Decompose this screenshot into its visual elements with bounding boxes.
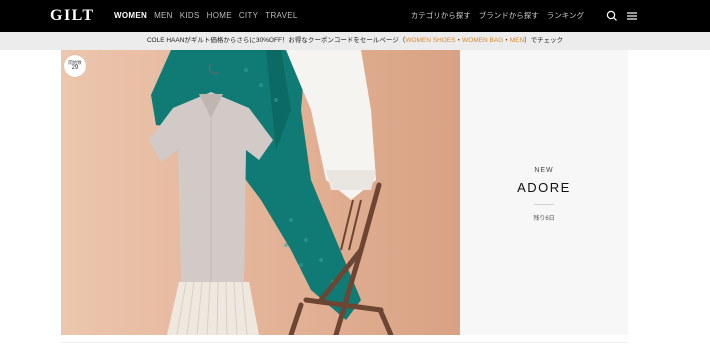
divider <box>534 204 554 205</box>
browse-by-brand-link[interactable]: ブランドから探す <box>479 11 539 21</box>
promo-text-end: ）でチェック <box>524 37 564 44</box>
new-tag: NEW <box>534 167 554 174</box>
promo-link-women-bag[interactable]: WOMEN BAG <box>462 37 503 44</box>
promo-link-men[interactable]: MEN <box>510 37 524 44</box>
nav-men[interactable]: MEN <box>154 11 173 21</box>
promo-banner: COLE HAANがギルト価格からさらに30%OFF！お得なクーポンコードをセー… <box>0 32 710 50</box>
category-nav: WOMEN MEN KIDS HOME CITY TRAVEL <box>114 11 298 21</box>
sale-start-badge: 開始数 29 <box>64 55 86 77</box>
nav-kids[interactable]: KIDS <box>180 11 200 21</box>
ranking-link[interactable]: ランキング <box>547 11 584 21</box>
nav-travel[interactable]: TRAVEL <box>265 11 297 21</box>
promo-text: COLE HAANがギルト価格からさらに30%OFF！お得なクーポンコードをセー… <box>146 37 406 44</box>
browse-by-category-link[interactable]: カテゴリから探す <box>411 11 471 21</box>
nav-city[interactable]: CITY <box>239 11 258 21</box>
hero-product-image[interactable] <box>61 50 460 335</box>
sale-info-panel[interactable]: NEW ADORE 残り6日 <box>460 50 628 335</box>
gilt-logo[interactable]: GILT <box>50 7 95 25</box>
nav-home[interactable]: HOME <box>207 11 232 21</box>
time-remaining: 残り6日 <box>533 216 555 222</box>
badge-number: 29 <box>71 65 79 71</box>
search-icon[interactable] <box>605 9 619 23</box>
nav-women[interactable]: WOMEN <box>114 11 147 21</box>
hamburger-menu-icon[interactable] <box>625 9 639 23</box>
promo-link-women-shoes[interactable]: WOMEN SHOES <box>405 37 455 44</box>
brand-name[interactable]: ADORE <box>460 180 628 195</box>
top-navigation-bar: GILT WOMEN MEN KIDS HOME CITY TRAVEL カテゴ… <box>0 0 710 32</box>
utility-nav: カテゴリから探す ブランドから探す ランキング <box>411 11 584 21</box>
section-divider <box>61 342 628 343</box>
